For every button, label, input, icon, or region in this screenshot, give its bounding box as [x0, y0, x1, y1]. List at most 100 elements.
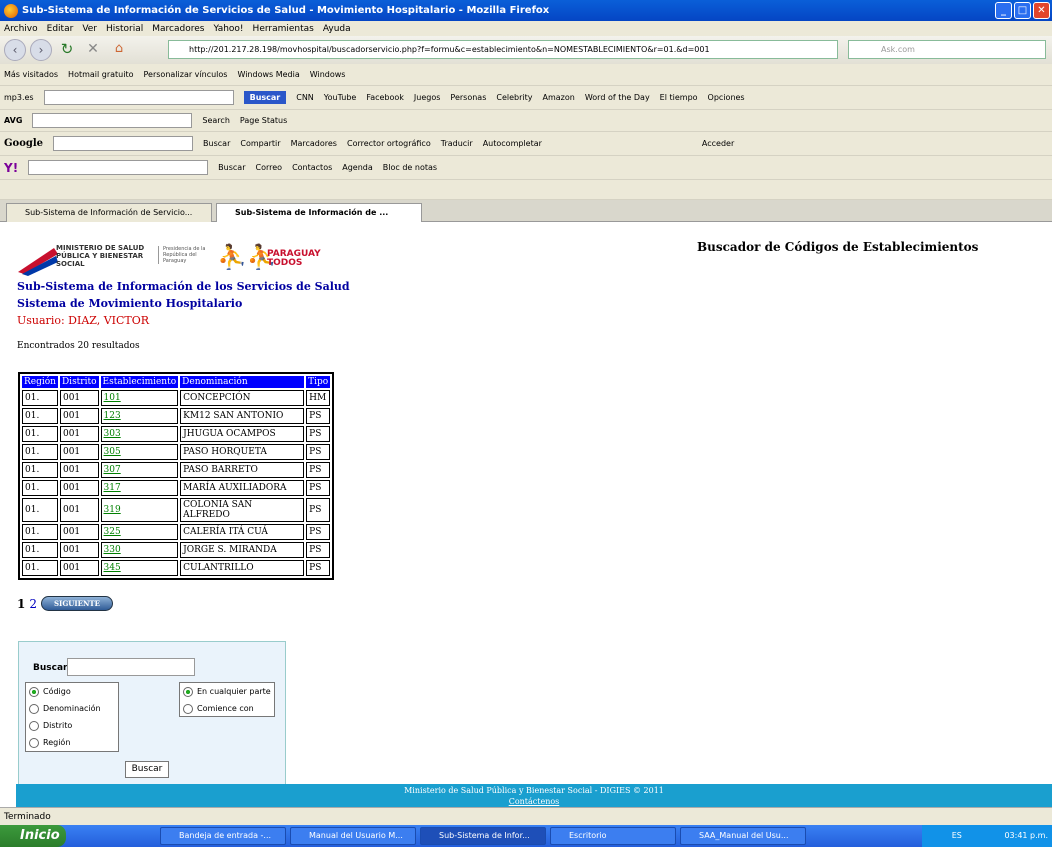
yahoo-search-input[interactable]	[28, 160, 209, 175]
establecimiento-link[interactable]: 330	[104, 545, 121, 555]
google-compartir[interactable]: Compartir	[240, 139, 280, 148]
cell-tipo: PS	[306, 498, 331, 522]
toolbar-juegos[interactable]: Juegos	[414, 93, 441, 102]
google-autocompletar[interactable]: Autocompletar	[483, 139, 542, 148]
task-subsistema[interactable]: Sub-Sistema de Infor...	[420, 827, 546, 845]
cell-region: 01.	[22, 444, 58, 460]
mp3-search-input[interactable]	[43, 90, 234, 105]
bookmark-personalizar[interactable]: Personalizar vínculos	[144, 70, 228, 79]
address-bar[interactable]: http://201.217.28.198/movhospital/buscad…	[168, 40, 838, 59]
toolbar-personas[interactable]: Personas	[450, 93, 486, 102]
yahoo-contactos[interactable]: Contactos	[292, 163, 332, 172]
establecimiento-link[interactable]: 317	[104, 483, 121, 493]
task-manual[interactable]: Manual del Usuario M...	[290, 827, 416, 845]
toolbar-facebook[interactable]: Facebook	[366, 93, 404, 102]
google-buscar[interactable]: Buscar	[203, 139, 230, 148]
establecimiento-link[interactable]: 303	[104, 429, 121, 439]
establecimiento-link[interactable]: 123	[104, 411, 121, 421]
cell-tipo: PS	[306, 480, 331, 496]
toolbar-amazon[interactable]: Amazon	[543, 93, 575, 102]
forward-icon[interactable]: ›	[30, 39, 52, 61]
table-header-row: Región Distrito Establecimiento Denomina…	[22, 376, 331, 388]
menu-herramientas[interactable]: Herramientas	[253, 24, 314, 34]
toolbar-cnn[interactable]: CNN	[296, 93, 314, 102]
cell-distrito: 001	[59, 408, 99, 424]
menu-ver[interactable]: Ver	[82, 24, 97, 34]
col-region: Región	[22, 376, 58, 388]
google-corrector[interactable]: Corrector ortográfico	[347, 139, 431, 148]
yahoo-buscar[interactable]: Buscar	[218, 163, 245, 172]
establecimiento-link[interactable]: 345	[104, 563, 121, 573]
radio-denominacion[interactable]: Denominación	[26, 700, 118, 717]
close-button[interactable]: ✕	[1033, 2, 1050, 19]
cell-distrito: 001	[59, 444, 99, 460]
google-acceder[interactable]: Acceder	[702, 139, 734, 148]
radio-comience-con[interactable]: Comience con	[180, 700, 274, 717]
cell-establecimiento: 307	[100, 462, 179, 478]
maximize-button[interactable]: □	[1014, 2, 1031, 19]
menu-ayuda[interactable]: Ayuda	[323, 24, 351, 34]
menu-yahoo[interactable]: Yahoo!	[213, 24, 243, 34]
task-bandeja[interactable]: Bandeja de entrada -...	[160, 827, 286, 845]
cell-establecimiento: 123	[100, 408, 179, 424]
search-box[interactable]: Ask.com	[848, 40, 1046, 59]
start-button[interactable]: Inicio	[0, 825, 66, 847]
radio-codigo[interactable]: Código	[26, 683, 118, 700]
cell-establecimiento: 305	[100, 444, 179, 460]
back-icon[interactable]: ‹	[4, 39, 26, 61]
establecimiento-link[interactable]: 101	[104, 393, 121, 403]
bookmark-windows-media[interactable]: Windows Media	[237, 70, 299, 79]
google-marcadores[interactable]: Marcadores	[291, 139, 337, 148]
mp3-buscar-button[interactable]: Buscar	[243, 91, 287, 104]
task-escritorio[interactable]: Escritorio	[550, 827, 676, 845]
minimize-button[interactable]: _	[995, 2, 1012, 19]
window-titlebar[interactable]: Sub-Sistema de Información de Servicios …	[0, 0, 1052, 21]
status-bar: Terminado	[0, 807, 1052, 825]
menu-historial[interactable]: Historial	[106, 24, 143, 34]
establecimiento-link[interactable]: 325	[104, 527, 121, 537]
radio-en-cualquier-parte[interactable]: En cualquier parte	[180, 683, 274, 700]
avg-search-input[interactable]	[32, 113, 193, 128]
menu-editar[interactable]: Editar	[47, 24, 74, 34]
yahoo-agenda[interactable]: Agenda	[342, 163, 373, 172]
bookmark-hotmail[interactable]: Hotmail gratuito	[68, 70, 133, 79]
contact-link[interactable]: Contáctenos	[509, 797, 560, 806]
page-2-link[interactable]: 2	[29, 597, 37, 611]
table-row: 01. 001 101 CONCEPCIÓN HM	[22, 390, 331, 406]
pagination: 1 2 SIGUIENTE	[17, 596, 113, 611]
task-saa-manual[interactable]: SAA_Manual del Usu...	[680, 827, 806, 845]
toolbar-youtube[interactable]: YouTube	[324, 93, 357, 102]
cell-denominacion: KM12 SAN ANTONIO	[180, 408, 305, 424]
language-indicator[interactable]: ES	[952, 831, 962, 840]
cell-denominacion: CALERÍA ITÁ CUÁ	[180, 524, 305, 540]
bookmark-windows[interactable]: Windows	[310, 70, 346, 79]
table-row: 01. 001 303 JHUGUA OCAMPOS PS	[22, 426, 331, 442]
yahoo-correo[interactable]: Correo	[256, 163, 283, 172]
yahoo-bloc-de-notas[interactable]: Bloc de notas	[383, 163, 437, 172]
radio-region[interactable]: Región	[26, 734, 118, 751]
tab-1[interactable]: Sub-Sistema de Información de Servicio..…	[6, 203, 212, 222]
search-button[interactable]: Buscar	[125, 761, 169, 778]
avg-page-status-button[interactable]: Page Status	[240, 116, 287, 125]
google-traducir[interactable]: Traducir	[441, 139, 473, 148]
establecimiento-link[interactable]: 319	[104, 505, 121, 515]
google-search-input[interactable]	[53, 136, 194, 151]
establecimiento-link[interactable]: 305	[104, 447, 121, 457]
reload-icon[interactable]: ↻	[56, 39, 78, 61]
avg-search-button[interactable]: Search	[202, 116, 229, 125]
establecimiento-link[interactable]: 307	[104, 465, 121, 475]
bookmark-mas-visitados[interactable]: Más visitados	[4, 70, 58, 79]
menu-marcadores[interactable]: Marcadores	[152, 24, 204, 34]
toolbar-el-tiempo[interactable]: El tiempo	[660, 93, 698, 102]
tab-2-active[interactable]: Sub-Sistema de Información de ...	[216, 203, 422, 222]
stop-icon[interactable]: ✕	[82, 39, 104, 61]
next-page-button[interactable]: SIGUIENTE	[41, 596, 113, 611]
radio-distrito[interactable]: Distrito	[26, 717, 118, 734]
toolbar-word-of-the-day[interactable]: Word of the Day	[585, 93, 650, 102]
menu-archivo[interactable]: Archivo	[4, 24, 38, 34]
search-input[interactable]	[67, 658, 195, 676]
toolbar-opciones[interactable]: Opciones	[708, 93, 745, 102]
results-count: Encontrados 20 resultados	[17, 341, 140, 351]
home-icon[interactable]: ⌂	[108, 39, 130, 61]
toolbar-celebrity[interactable]: Celebrity	[496, 93, 532, 102]
